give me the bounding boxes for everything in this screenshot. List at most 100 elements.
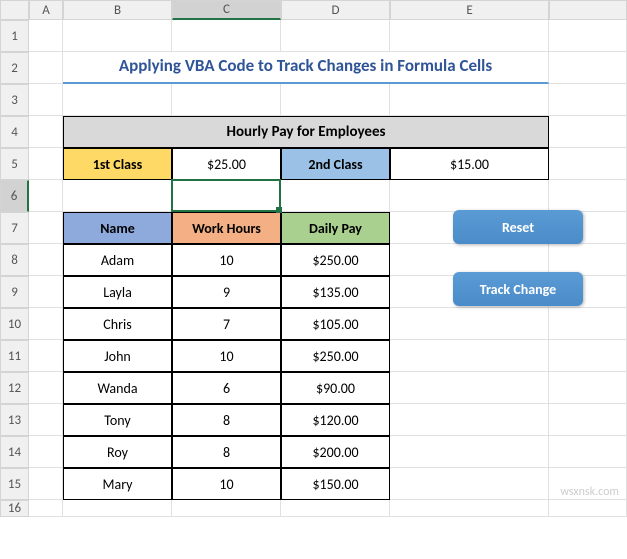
table-row[interactable]: 6 [172,372,281,404]
cell-E1[interactable] [390,20,549,52]
cell-C6[interactable] [172,180,281,212]
cell-A13[interactable] [29,404,63,436]
row-header-14[interactable]: 14 [0,436,29,468]
cell-A2[interactable] [29,52,63,84]
col-header-C[interactable]: C [172,0,281,20]
col-header-A[interactable]: A [29,0,63,20]
cell-F11[interactable] [549,340,627,372]
cell-A14[interactable] [29,436,63,468]
table-row[interactable]: Wanda [63,372,172,404]
first-class-value[interactable]: $25.00 [172,148,281,180]
col-header-E[interactable]: E [390,0,549,20]
cell-A16[interactable] [29,500,63,517]
table-row[interactable]: 7 [172,308,281,340]
section-header[interactable]: Hourly Pay for Employees [63,116,549,148]
cell-F12[interactable] [549,372,627,404]
cell-E13[interactable] [390,404,549,436]
row-header-4[interactable]: 4 [0,116,29,148]
table-row[interactable]: 10 [172,244,281,276]
cell-F16[interactable] [549,500,627,517]
table-row[interactable]: 10 [172,468,281,500]
table-row[interactable]: $150.00 [281,468,390,500]
track-change-button[interactable]: Track Change [453,272,583,306]
cell-B16[interactable] [63,500,172,517]
row-header-6[interactable]: 6 [0,180,29,212]
table-row[interactable]: $135.00 [281,276,390,308]
cell-F13[interactable] [549,404,627,436]
row-header-16[interactable]: 16 [0,500,29,517]
table-row[interactable]: 10 [172,340,281,372]
cell-A8[interactable] [29,244,63,276]
cell-E14[interactable] [390,436,549,468]
th-name[interactable]: Name [63,212,172,244]
cell-A9[interactable] [29,276,63,308]
table-row[interactable]: $90.00 [281,372,390,404]
cell-D1[interactable] [281,20,390,52]
table-row[interactable]: Adam [63,244,172,276]
row-header-11[interactable]: 11 [0,340,29,372]
cell-D16[interactable] [281,500,390,517]
cell-A7[interactable] [29,212,63,244]
row-header-8[interactable]: 8 [0,244,29,276]
table-row[interactable]: $250.00 [281,340,390,372]
row-header-13[interactable]: 13 [0,404,29,436]
cell-A3[interactable] [29,84,63,116]
cell-E12[interactable] [390,372,549,404]
first-class-label[interactable]: 1st Class [63,148,172,180]
cell-E15[interactable] [390,468,549,500]
cell-B3[interactable] [63,84,172,116]
select-all-corner[interactable] [0,0,29,20]
cell-A6[interactable] [29,180,63,212]
row-header-7[interactable]: 7 [0,212,29,244]
cell-B1[interactable] [63,20,172,52]
row-header-9[interactable]: 9 [0,276,29,308]
table-row[interactable]: John [63,340,172,372]
row-header-2[interactable]: 2 [0,52,29,84]
table-row[interactable]: $250.00 [281,244,390,276]
table-row[interactable]: Tony [63,404,172,436]
cell-F5[interactable] [549,148,627,180]
cell-A1[interactable] [29,20,63,52]
row-header-15[interactable]: 15 [0,468,29,500]
col-header-B[interactable]: B [63,0,172,20]
cell-F14[interactable] [549,436,627,468]
th-hours[interactable]: Work Hours [172,212,281,244]
cell-A10[interactable] [29,308,63,340]
cell-A11[interactable] [29,340,63,372]
cell-F1[interactable] [549,20,627,52]
cell-E3[interactable] [390,84,549,116]
table-row[interactable]: 8 [172,404,281,436]
cell-D3[interactable] [281,84,390,116]
page-title[interactable]: Applying VBA Code to Track Changes in Fo… [63,52,549,84]
table-row[interactable]: 8 [172,436,281,468]
second-class-value[interactable]: $15.00 [390,148,549,180]
cell-E16[interactable] [390,500,549,517]
cell-B6[interactable] [63,180,172,212]
row-header-1[interactable]: 1 [0,20,29,52]
cell-F2[interactable] [549,52,627,84]
cell-F4[interactable] [549,116,627,148]
table-row[interactable]: $200.00 [281,436,390,468]
col-header-D[interactable]: D [281,0,390,20]
table-row[interactable]: Chris [63,308,172,340]
cell-A15[interactable] [29,468,63,500]
col-header-blank[interactable] [549,0,627,20]
cell-C3[interactable] [172,84,281,116]
table-row[interactable]: 9 [172,276,281,308]
table-row[interactable]: $120.00 [281,404,390,436]
cell-A12[interactable] [29,372,63,404]
row-header-10[interactable]: 10 [0,308,29,340]
row-header-5[interactable]: 5 [0,148,29,180]
cell-E11[interactable] [390,340,549,372]
table-row[interactable]: Mary [63,468,172,500]
row-header-12[interactable]: 12 [0,372,29,404]
second-class-label[interactable]: 2nd Class [281,148,390,180]
cell-F6[interactable] [549,180,627,212]
th-pay[interactable]: Daily Pay [281,212,390,244]
cell-A5[interactable] [29,148,63,180]
cell-C16[interactable] [172,500,281,517]
cell-E10[interactable] [390,308,549,340]
row-header-3[interactable]: 3 [0,84,29,116]
cell-D6[interactable] [281,180,390,212]
table-row[interactable]: Layla [63,276,172,308]
